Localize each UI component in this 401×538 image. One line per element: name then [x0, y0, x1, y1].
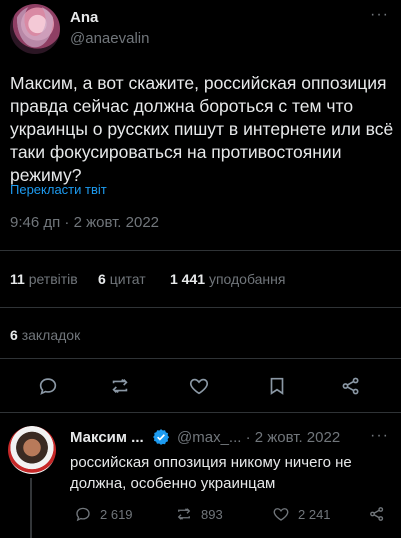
likes-label: уподобання — [208, 271, 286, 287]
share-button[interactable] — [338, 373, 364, 399]
bookmark-button[interactable] — [264, 373, 290, 399]
retweet-icon — [177, 508, 191, 520]
retweet-button[interactable] — [107, 373, 133, 399]
reply-icon — [76, 507, 90, 522]
reply-retweets-count: 893 — [201, 506, 223, 522]
reply-reply-button[interactable]: 2 619 — [74, 505, 133, 523]
share-icon — [370, 507, 384, 521]
likes-count: 1 441 — [170, 271, 206, 287]
author-avatar[interactable] — [10, 4, 60, 54]
divider — [0, 307, 401, 308]
divider — [0, 250, 401, 251]
reply-icon — [39, 378, 57, 395]
reply-retweet-button[interactable]: 893 — [175, 505, 223, 523]
retweets-count: 11 — [10, 271, 25, 287]
retweet-icon — [112, 378, 128, 394]
thread-line — [30, 478, 32, 538]
reply-button[interactable] — [35, 373, 61, 399]
divider — [0, 412, 401, 413]
reply-author-avatar[interactable] — [8, 426, 56, 474]
quotes-stat[interactable]: 6 цитат — [98, 271, 146, 287]
like-icon — [273, 508, 289, 521]
divider — [0, 358, 401, 359]
tweet-text: Максим, а вот скажите, российская оппози… — [10, 73, 394, 185]
author-handle[interactable]: @anaevalin — [70, 30, 149, 47]
quotes-count: 6 — [98, 271, 106, 287]
bookmarks-label: закладок — [21, 327, 81, 343]
verified-badge-icon — [153, 429, 170, 445]
more-options-icon[interactable]: ··· — [370, 6, 389, 24]
reply-author-handle[interactable]: @max_... · 2 жовт. 2022 — [177, 429, 340, 446]
reply-replies-count: 2 619 — [100, 506, 133, 522]
translate-tweet-link[interactable]: Перекласти твіт — [10, 182, 107, 197]
quotes-label: цитат — [109, 271, 146, 287]
likes-stat[interactable]: 1 441 уподобання — [170, 271, 285, 287]
reply-share-button[interactable] — [368, 505, 386, 523]
reply-likes-count: 2 241 — [298, 506, 331, 522]
retweets-label: ретвітів — [28, 271, 78, 287]
reply-text: российская оппозиция никому ничего не до… — [70, 454, 352, 492]
like-icon — [189, 378, 209, 395]
author-name[interactable]: Ana — [70, 9, 98, 26]
reply-author-name[interactable]: Максим ... — [70, 429, 144, 446]
share-icon — [342, 377, 359, 395]
like-button[interactable] — [186, 373, 212, 399]
reply-more-options-icon[interactable]: ··· — [370, 427, 389, 445]
bookmarks-stat[interactable]: 6 закладок — [10, 327, 80, 343]
retweets-stat[interactable]: 11 ретвітів — [10, 271, 78, 287]
bookmarks-count: 6 — [10, 327, 18, 343]
tweet-timestamp[interactable]: 9:46 дп · 2 жовт. 2022 — [10, 214, 159, 231]
reply-like-button[interactable]: 2 241 — [272, 505, 331, 523]
bookmark-icon — [270, 377, 284, 395]
